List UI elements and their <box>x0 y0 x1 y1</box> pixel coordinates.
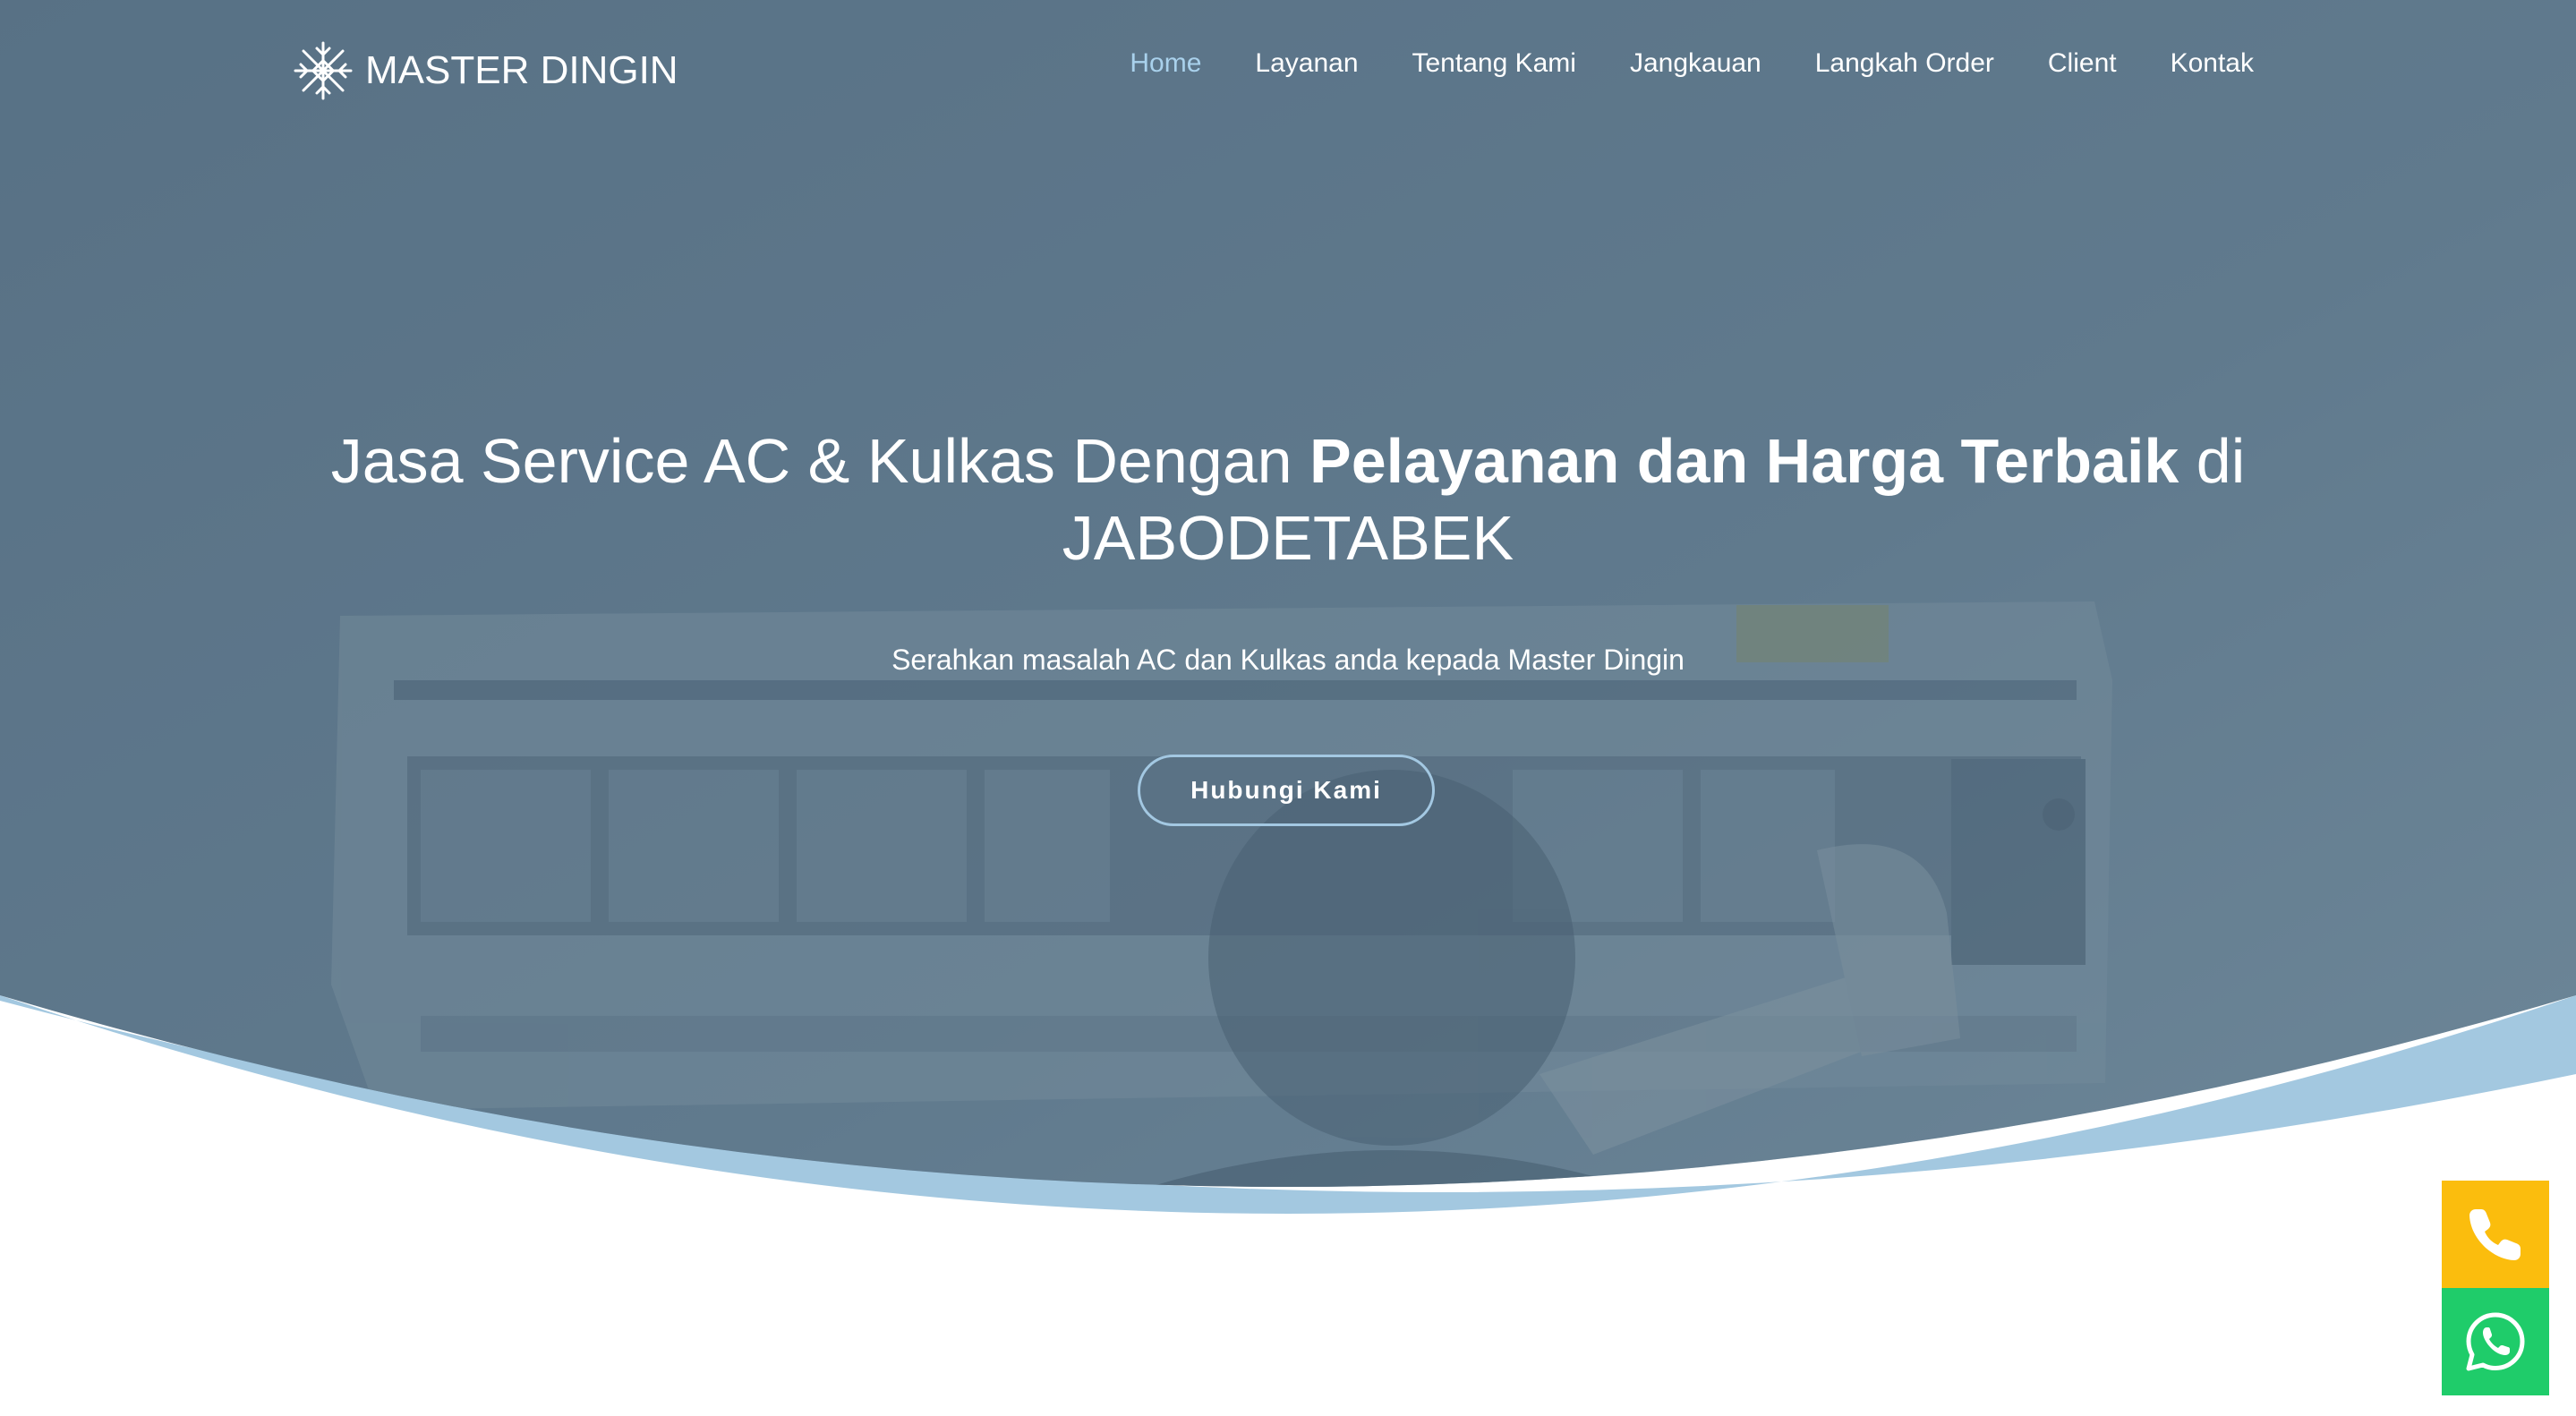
nav-item-home[interactable]: Home <box>1130 48 1201 79</box>
nav-item-layanan[interactable]: Layanan <box>1255 48 1358 79</box>
main-nav: Home Layanan Tentang Kami Jangkauan Lang… <box>1130 48 2254 79</box>
nav-item-tentang-kami[interactable]: Tentang Kami <box>1412 48 1576 79</box>
snowflake-icon <box>294 41 353 100</box>
hero-subtitle: Serahkan masalah AC dan Kulkas anda kepa… <box>891 644 1685 676</box>
brand-name: MASTER DINGIN <box>365 48 678 92</box>
nav-item-client[interactable]: Client <box>2048 48 2117 79</box>
whatsapp-icon <box>2466 1312 2525 1371</box>
brand-logo[interactable]: MASTER DINGIN <box>292 38 678 104</box>
nav-item-langkah-order[interactable]: Langkah Order <box>1815 48 1994 79</box>
contact-us-button[interactable]: Hubungi Kami <box>1138 755 1435 826</box>
hero-background <box>0 0 2576 1214</box>
phone-icon <box>2469 1209 2521 1260</box>
hero-title-part1: Jasa Service AC & Kulkas Dengan <box>330 426 1310 496</box>
nav-item-jangkauan[interactable]: Jangkauan <box>1630 48 1761 79</box>
whatsapp-button[interactable] <box>2442 1288 2549 1395</box>
hero-title: Jasa Service AC & Kulkas Dengan Pelayana… <box>259 422 2317 576</box>
page: MASTER DINGIN Home Layanan Tentang Kami … <box>0 0 2576 1416</box>
phone-call-button[interactable] <box>2442 1181 2549 1288</box>
hero-title-bold: Pelayanan dan Harga Terbaik <box>1309 426 2179 496</box>
nav-item-kontak[interactable]: Kontak <box>2171 48 2254 79</box>
